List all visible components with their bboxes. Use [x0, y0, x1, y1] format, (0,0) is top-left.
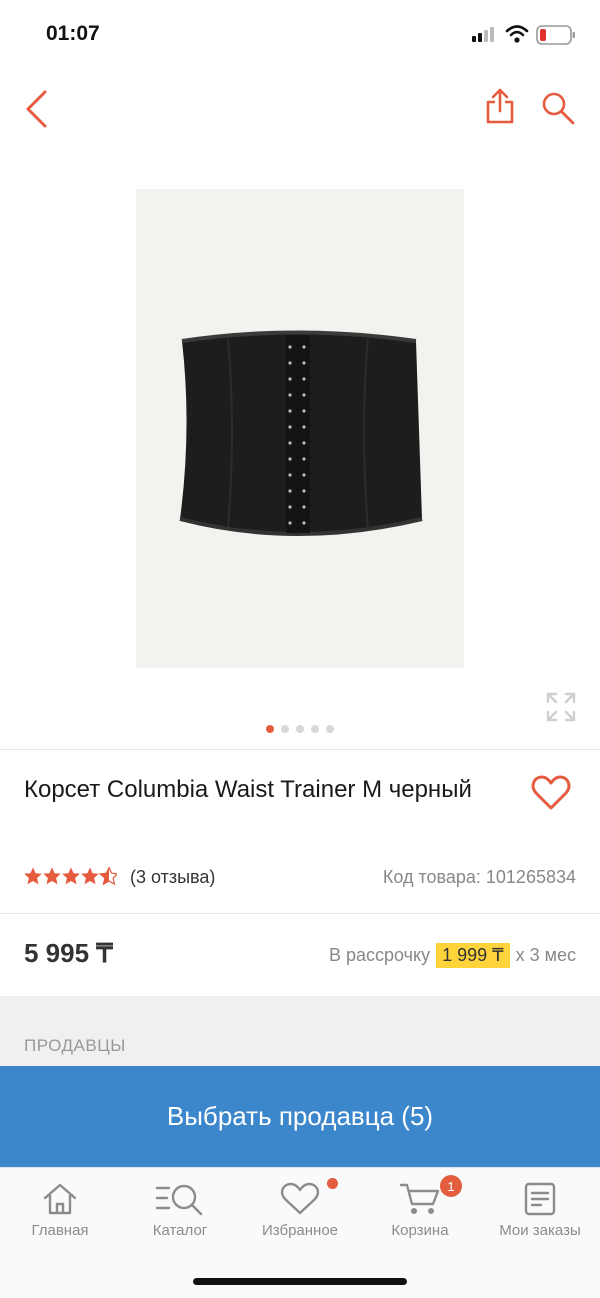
sellers-heading: ПРОДАВЦЫ [24, 1036, 126, 1055]
pager-dot[interactable] [296, 725, 304, 733]
orders-icon [480, 1182, 600, 1216]
tab-label: Корзина [391, 1222, 449, 1239]
pager-dot[interactable] [311, 725, 319, 733]
tab-favorites[interactable]: Избранное [240, 1168, 360, 1248]
gallery-pager [0, 725, 600, 733]
choose-seller-button[interactable]: Выбрать продавца (5) [0, 1066, 600, 1167]
battery-icon [536, 25, 576, 45]
favorite-button[interactable] [528, 774, 574, 816]
pager-dot[interactable] [326, 725, 334, 733]
product-image[interactable] [136, 189, 464, 668]
tab-home[interactable]: Главная [0, 1168, 120, 1248]
installment-prefix: В рассрочку [328, 945, 431, 965]
status-time: 01:07 [46, 22, 100, 45]
wifi-icon [505, 24, 529, 44]
search-button[interactable] [538, 90, 578, 130]
search-icon [541, 91, 575, 130]
tab-cart[interactable]: 1 Корзина [360, 1168, 480, 1248]
product-sku: Код товара: 101265834 [382, 867, 576, 887]
divider [0, 913, 600, 914]
chevron-left-icon [25, 90, 47, 133]
reviews-link[interactable]: (3 отзыва) [130, 867, 215, 888]
pager-dot[interactable] [281, 725, 289, 733]
heart-icon [240, 1182, 360, 1216]
tab-label: Каталог [152, 1222, 208, 1239]
divider [0, 749, 600, 750]
expand-button[interactable] [542, 690, 580, 728]
installment-amount: 1 999 ₸ [436, 943, 510, 968]
expand-icon [545, 691, 577, 728]
tab-label: Мои заказы [499, 1222, 581, 1239]
product-price: 5 995 ₸ [24, 938, 113, 968]
installment-info[interactable]: В рассрочку 1 999 ₸ x 3 мес [329, 943, 576, 968]
back-button[interactable] [14, 88, 58, 134]
cart-badge: 1 [440, 1175, 462, 1197]
home-indicator [193, 1278, 407, 1285]
product-title: Корсет Columbia Waist Trainer M черный [24, 776, 472, 803]
cart-icon [360, 1182, 480, 1216]
tab-orders[interactable]: Мои заказы [480, 1168, 600, 1248]
installment-suffix: x 3 мес [515, 945, 576, 965]
share-button[interactable] [480, 86, 520, 130]
tab-label: Главная [31, 1222, 89, 1239]
tab-catalog[interactable]: Каталог [120, 1168, 240, 1248]
share-icon [485, 87, 515, 130]
heart-icon [531, 775, 571, 816]
tab-label: Избранное [261, 1222, 339, 1239]
catalog-icon [120, 1182, 240, 1216]
favorites-badge-dot [327, 1178, 338, 1189]
signal-icon [470, 26, 500, 42]
rating-stars [24, 867, 117, 887]
pager-dot[interactable] [266, 725, 274, 733]
home-icon [0, 1182, 120, 1216]
